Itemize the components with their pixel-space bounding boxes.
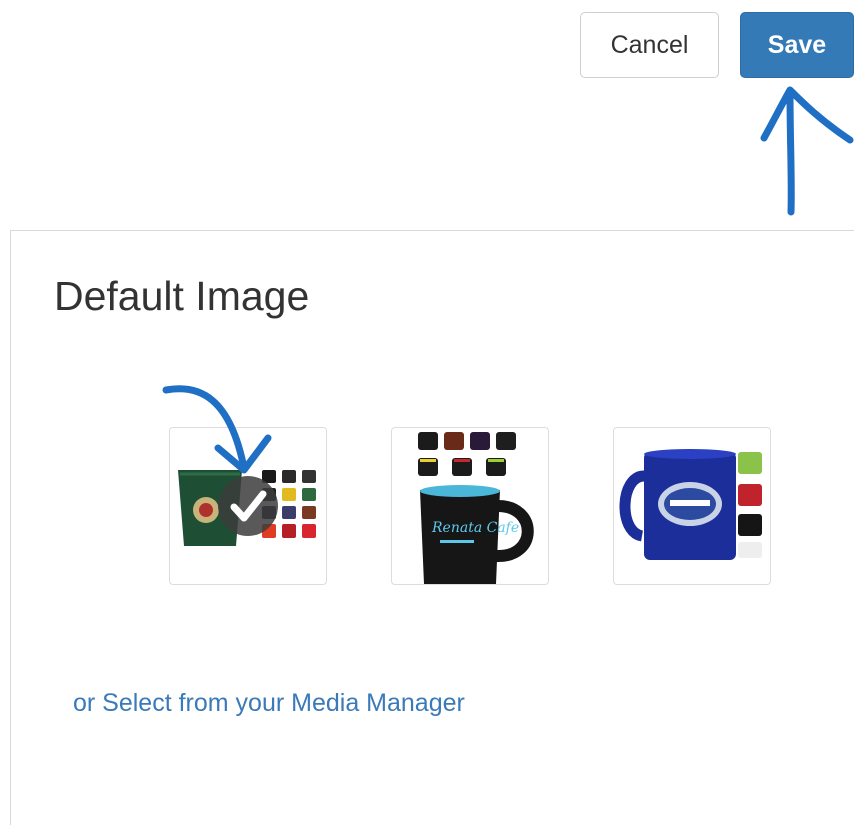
thumbnail-mixed-color-mugs[interactable] (169, 427, 327, 585)
page: Cancel Save Default Image Renata Cafe or… (0, 0, 854, 825)
save-button[interactable]: Save (740, 12, 854, 78)
svg-text:Renata Cafe: Renata Cafe (431, 520, 519, 536)
mug-image (619, 449, 762, 560)
selected-check-badge (218, 476, 278, 536)
media-manager-link[interactable]: or Select from your Media Manager (73, 689, 465, 718)
thumbnail-blue-diner-mug[interactable] (613, 427, 771, 585)
default-image-panel: Default Image Renata Cafe or Select from… (10, 230, 854, 825)
thumbnail-black-bistro-mugs[interactable]: Renata Cafe (391, 427, 549, 585)
checkmark-icon (230, 490, 267, 522)
cancel-button[interactable]: Cancel (580, 12, 719, 78)
mug-image: Renata Cafe (418, 432, 534, 584)
panel-title: Default Image (54, 273, 310, 319)
annotation-arrow-up-icon (760, 86, 854, 216)
